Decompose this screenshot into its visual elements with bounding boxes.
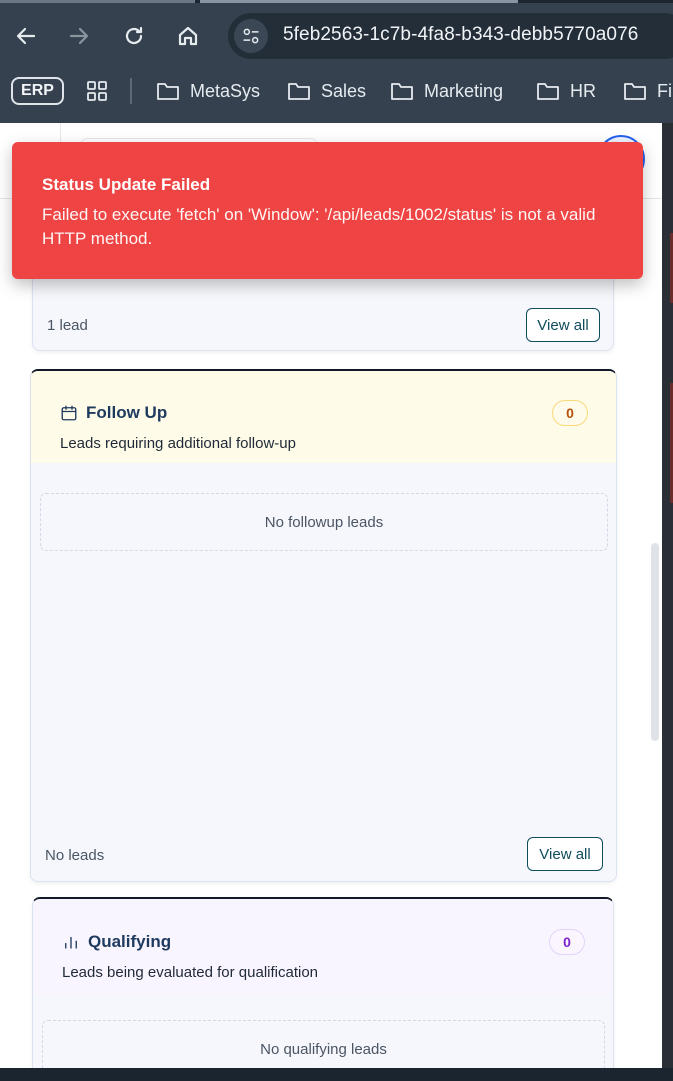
arrow-left-icon: [16, 27, 36, 45]
bookmark-finance[interactable]: Fi: [623, 77, 672, 105]
bookmark-sales[interactable]: Sales: [287, 77, 366, 105]
bar-chart-icon: [65, 936, 77, 949]
qualifying-column-card: Qualifying Leads being evaluated for qua…: [32, 897, 614, 1068]
bookmark-label: Fi: [657, 80, 672, 101]
card-description: Leads being evaluated for qualification: [62, 964, 319, 981]
card-header: Qualifying Leads being evaluated for qua…: [33, 899, 613, 994]
folder-icon: [624, 83, 646, 100]
bookmark-marketing[interactable]: Marketing: [390, 77, 503, 105]
tab-strip-edge: [0, 0, 673, 3]
bookmark-label: HR: [570, 80, 596, 101]
bookmark-label: Sales: [321, 80, 367, 101]
reload-icon: [125, 26, 143, 45]
bookmarks-separator: [130, 78, 132, 104]
card-footer-count: 1 lead: [47, 317, 88, 334]
view-all-button[interactable]: View all: [527, 837, 603, 871]
forward-button[interactable]: [63, 20, 95, 52]
arrow-right-icon: [69, 27, 89, 45]
card-title-text: Follow Up: [86, 403, 168, 422]
bookmark-hr[interactable]: HR: [536, 77, 596, 105]
card-title: Qualifying: [62, 932, 171, 952]
side-panel-edge: [662, 123, 673, 1068]
empty-state: No followup leads: [40, 493, 608, 551]
back-button[interactable]: [10, 20, 42, 52]
address-bar[interactable]: 5feb2563-1c7b-4fa8-b343-debb5770a076: [228, 13, 673, 59]
toast-message: Failed to execute 'fetch' on 'Window': '…: [42, 205, 596, 248]
card-description: Leads requiring additional follow-up: [60, 435, 296, 452]
page-scrollbar[interactable]: [651, 543, 659, 741]
reload-button[interactable]: [118, 20, 150, 52]
url-text[interactable]: 5feb2563-1c7b-4fa8-b343-debb5770a076: [283, 24, 638, 46]
empty-state: No qualifying leads: [42, 1020, 605, 1068]
bookmarks-bar: ERP MetaSys Sales Marketing HR Fi: [0, 70, 673, 112]
followup-column-card: Follow Up Leads requiring additional fol…: [30, 369, 617, 882]
count-badge: 0: [552, 400, 588, 426]
card-footer-count: No leads: [45, 847, 105, 864]
folder-icon: [537, 83, 559, 100]
error-toast[interactable]: Status Update Failed Failed to execute '…: [12, 142, 643, 279]
tune-icon: [243, 28, 259, 44]
folder-icon: [288, 83, 310, 100]
folder-icon: [391, 83, 413, 100]
count-badge: 0: [549, 929, 585, 955]
folder-icon: [157, 83, 179, 100]
browser-chrome: 5feb2563-1c7b-4fa8-b343-debb5770a076 ERP…: [0, 0, 673, 123]
bookmark-label: Marketing: [424, 80, 504, 101]
toast-title: Status Update Failed: [42, 175, 211, 194]
taskbar: [0, 1068, 673, 1081]
bookmark-metasys[interactable]: MetaSys: [156, 77, 260, 105]
card-title-text: Qualifying: [88, 932, 172, 951]
site-info-button[interactable]: [234, 19, 268, 53]
bookmark-erp[interactable]: ERP: [11, 77, 64, 105]
apps-grid-icon[interactable]: [85, 79, 109, 103]
calendar-icon: [61, 405, 77, 421]
home-button[interactable]: [172, 20, 204, 52]
view-all-button[interactable]: View all: [526, 308, 600, 342]
home-icon: [178, 26, 198, 46]
card-title: Follow Up: [60, 403, 167, 423]
bookmark-label: MetaSys: [190, 80, 261, 101]
card-header: Follow Up Leads requiring additional fol…: [31, 371, 616, 463]
